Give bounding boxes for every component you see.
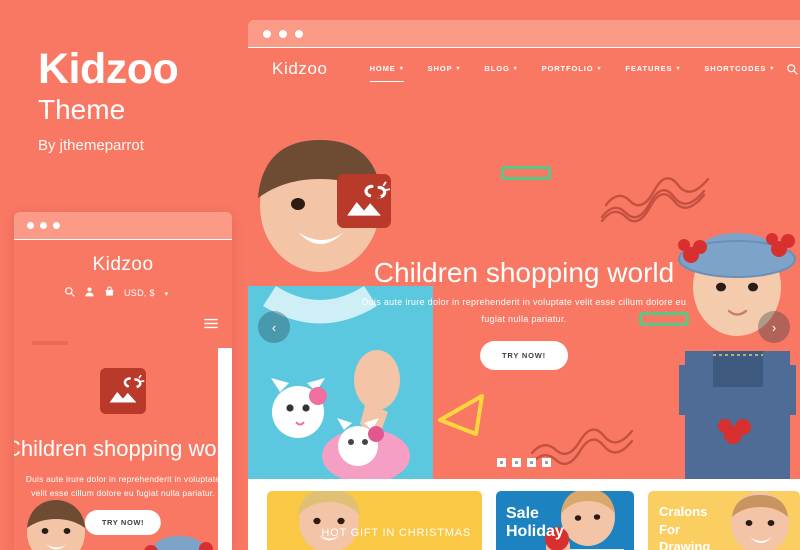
- carousel-dot[interactable]: [542, 458, 551, 467]
- mobile-brand[interactable]: Kidzoo: [14, 240, 232, 276]
- promo-card-train-kicker: HOT GIFT IN CHRISTMAS: [321, 527, 471, 539]
- promo-author: By jthemeparrot: [38, 137, 144, 154]
- mobile-hero-paragraph: Duis aute irure dolor in reprehenderit i…: [25, 474, 221, 499]
- nav-label: FEATURES: [625, 64, 673, 73]
- mobile-divider: [32, 341, 68, 345]
- nav-item-portfolio[interactable]: PORTFOLIO ▾: [530, 64, 614, 73]
- hero-heading: Children shopping world: [373, 257, 675, 288]
- nav-item-home[interactable]: HOME ▾: [358, 64, 416, 82]
- promo-card-sale-holiday[interactable]: Sale Holiday 30% OFF: [496, 491, 634, 550]
- promo-card-crayons[interactable]: Cralons For Drawing: [648, 491, 800, 550]
- broken-image-icon: [337, 174, 391, 233]
- titlebar-dot-minimize-icon[interactable]: [279, 29, 287, 38]
- mobile-hero-heading: Children shopping world: [14, 436, 232, 461]
- titlebar-dot-close-icon[interactable]: [27, 222, 34, 229]
- nav-item-shortcodes[interactable]: SHORTCODES ▾: [692, 64, 786, 73]
- carousel-dot[interactable]: [497, 458, 506, 467]
- nav-label: PORTFOLIO: [541, 64, 594, 73]
- nav-label: SHORTCODES: [704, 64, 767, 73]
- mobile-cta-button[interactable]: TRY NOW!: [84, 510, 162, 535]
- browser-titlebar: [248, 20, 800, 47]
- screenshot-root: Kidzoo Theme By jthemeparrot Kidzoo USD,…: [0, 0, 800, 550]
- nav-label: SHOP: [427, 64, 453, 73]
- browser-window: Kidzoo HOME ▾ SHOP ▾ BLOG ▾ PORTFOLIO ▾: [248, 20, 800, 550]
- carousel-dot[interactable]: [527, 458, 536, 467]
- mobile-hero: Children shopping world Duis aute irure …: [14, 348, 232, 550]
- promo-card-sale-title-line2: Holiday: [506, 523, 564, 541]
- chevron-down-icon: ▾: [456, 66, 461, 72]
- chevron-down-icon: ▾: [164, 291, 169, 298]
- titlebar-dot-maximize-icon[interactable]: [53, 222, 60, 229]
- chevron-down-icon: ▾: [513, 66, 518, 72]
- promo-card-sale-title: Sale Holiday: [506, 505, 564, 542]
- nav-label: BLOG: [484, 64, 510, 73]
- promo-title: Kidzoo: [38, 45, 179, 93]
- hero-slider: Children shopping world Duis aute irure …: [248, 89, 800, 479]
- shopping-bag-icon[interactable]: [104, 286, 115, 300]
- carousel-prev-button[interactable]: ‹: [258, 311, 290, 343]
- promo-card-crayons-line3: Drawing: [659, 539, 711, 550]
- mobile-mockup-body: Kidzoo USD, $ ▾ Children shopping world …: [14, 239, 232, 550]
- carousel-dot[interactable]: [512, 458, 521, 467]
- site-logo[interactable]: Kidzoo: [272, 59, 328, 79]
- hamburger-icon[interactable]: [204, 316, 218, 333]
- nav-item-shop[interactable]: SHOP ▾: [416, 64, 473, 73]
- promo-card-sale-title-line1: Sale: [506, 505, 539, 522]
- promo-card-crayons-title: Cralons For Drawing: [659, 503, 710, 550]
- green-rect-decoration-top: [501, 166, 551, 180]
- nav-label: HOME: [369, 64, 396, 73]
- triangle-outline-decoration: [438, 394, 484, 436]
- promo-card-crayons-line1: Cralons: [659, 504, 708, 519]
- hero-paragraph: Duis aute irure dolor in reprehenderit i…: [361, 297, 687, 325]
- mobile-mockup-titlebar: [14, 212, 232, 239]
- titlebar-dot-maximize-icon[interactable]: [295, 29, 303, 38]
- chevron-down-icon: ▾: [399, 66, 404, 72]
- hero-cta-button[interactable]: TRY NOW!: [480, 341, 568, 370]
- chevron-left-icon: ‹: [271, 319, 277, 335]
- search-icon[interactable]: [786, 63, 798, 75]
- mobile-mockup-window: Kidzoo USD, $ ▾ Children shopping world …: [14, 212, 232, 550]
- chevron-down-icon: ▾: [676, 66, 681, 72]
- broken-image-icon: [100, 368, 146, 419]
- nav-item-features[interactable]: FEATURES ▾: [613, 64, 692, 73]
- nav-item-blog[interactable]: BLOG ▾: [472, 64, 529, 73]
- chevron-down-icon: ▾: [770, 66, 775, 72]
- carousel-next-button[interactable]: ›: [758, 311, 790, 343]
- promo-cards-row: HOT GIFT IN CHRISTMAS Train: [248, 479, 800, 550]
- titlebar-dot-minimize-icon[interactable]: [40, 222, 47, 229]
- promo-subtitle: Theme: [38, 94, 126, 125]
- mobile-currency-selector[interactable]: USD, $ ▾: [124, 288, 168, 298]
- user-icon[interactable]: [84, 286, 95, 300]
- chevron-down-icon: ▾: [597, 66, 602, 72]
- promo-card-crayons-line2: For: [659, 521, 680, 537]
- carousel-pagination: [497, 458, 551, 467]
- chevron-right-icon: ›: [771, 319, 777, 335]
- mobile-header-icons: USD, $ ▾: [14, 276, 232, 300]
- main-navigation: HOME ▾ SHOP ▾ BLOG ▾ PORTFOLIO ▾ FEATURE…: [358, 64, 787, 82]
- header-actions: USD, $ ▾: [786, 60, 800, 78]
- site-header: Kidzoo HOME ▾ SHOP ▾ BLOG ▾ PORTFOLIO ▾: [248, 47, 800, 89]
- search-icon[interactable]: [64, 286, 75, 300]
- titlebar-dot-close-icon[interactable]: [263, 29, 271, 38]
- promo-card-train[interactable]: HOT GIFT IN CHRISTMAS Train: [267, 491, 482, 550]
- promo-card-train-photo: [298, 491, 360, 550]
